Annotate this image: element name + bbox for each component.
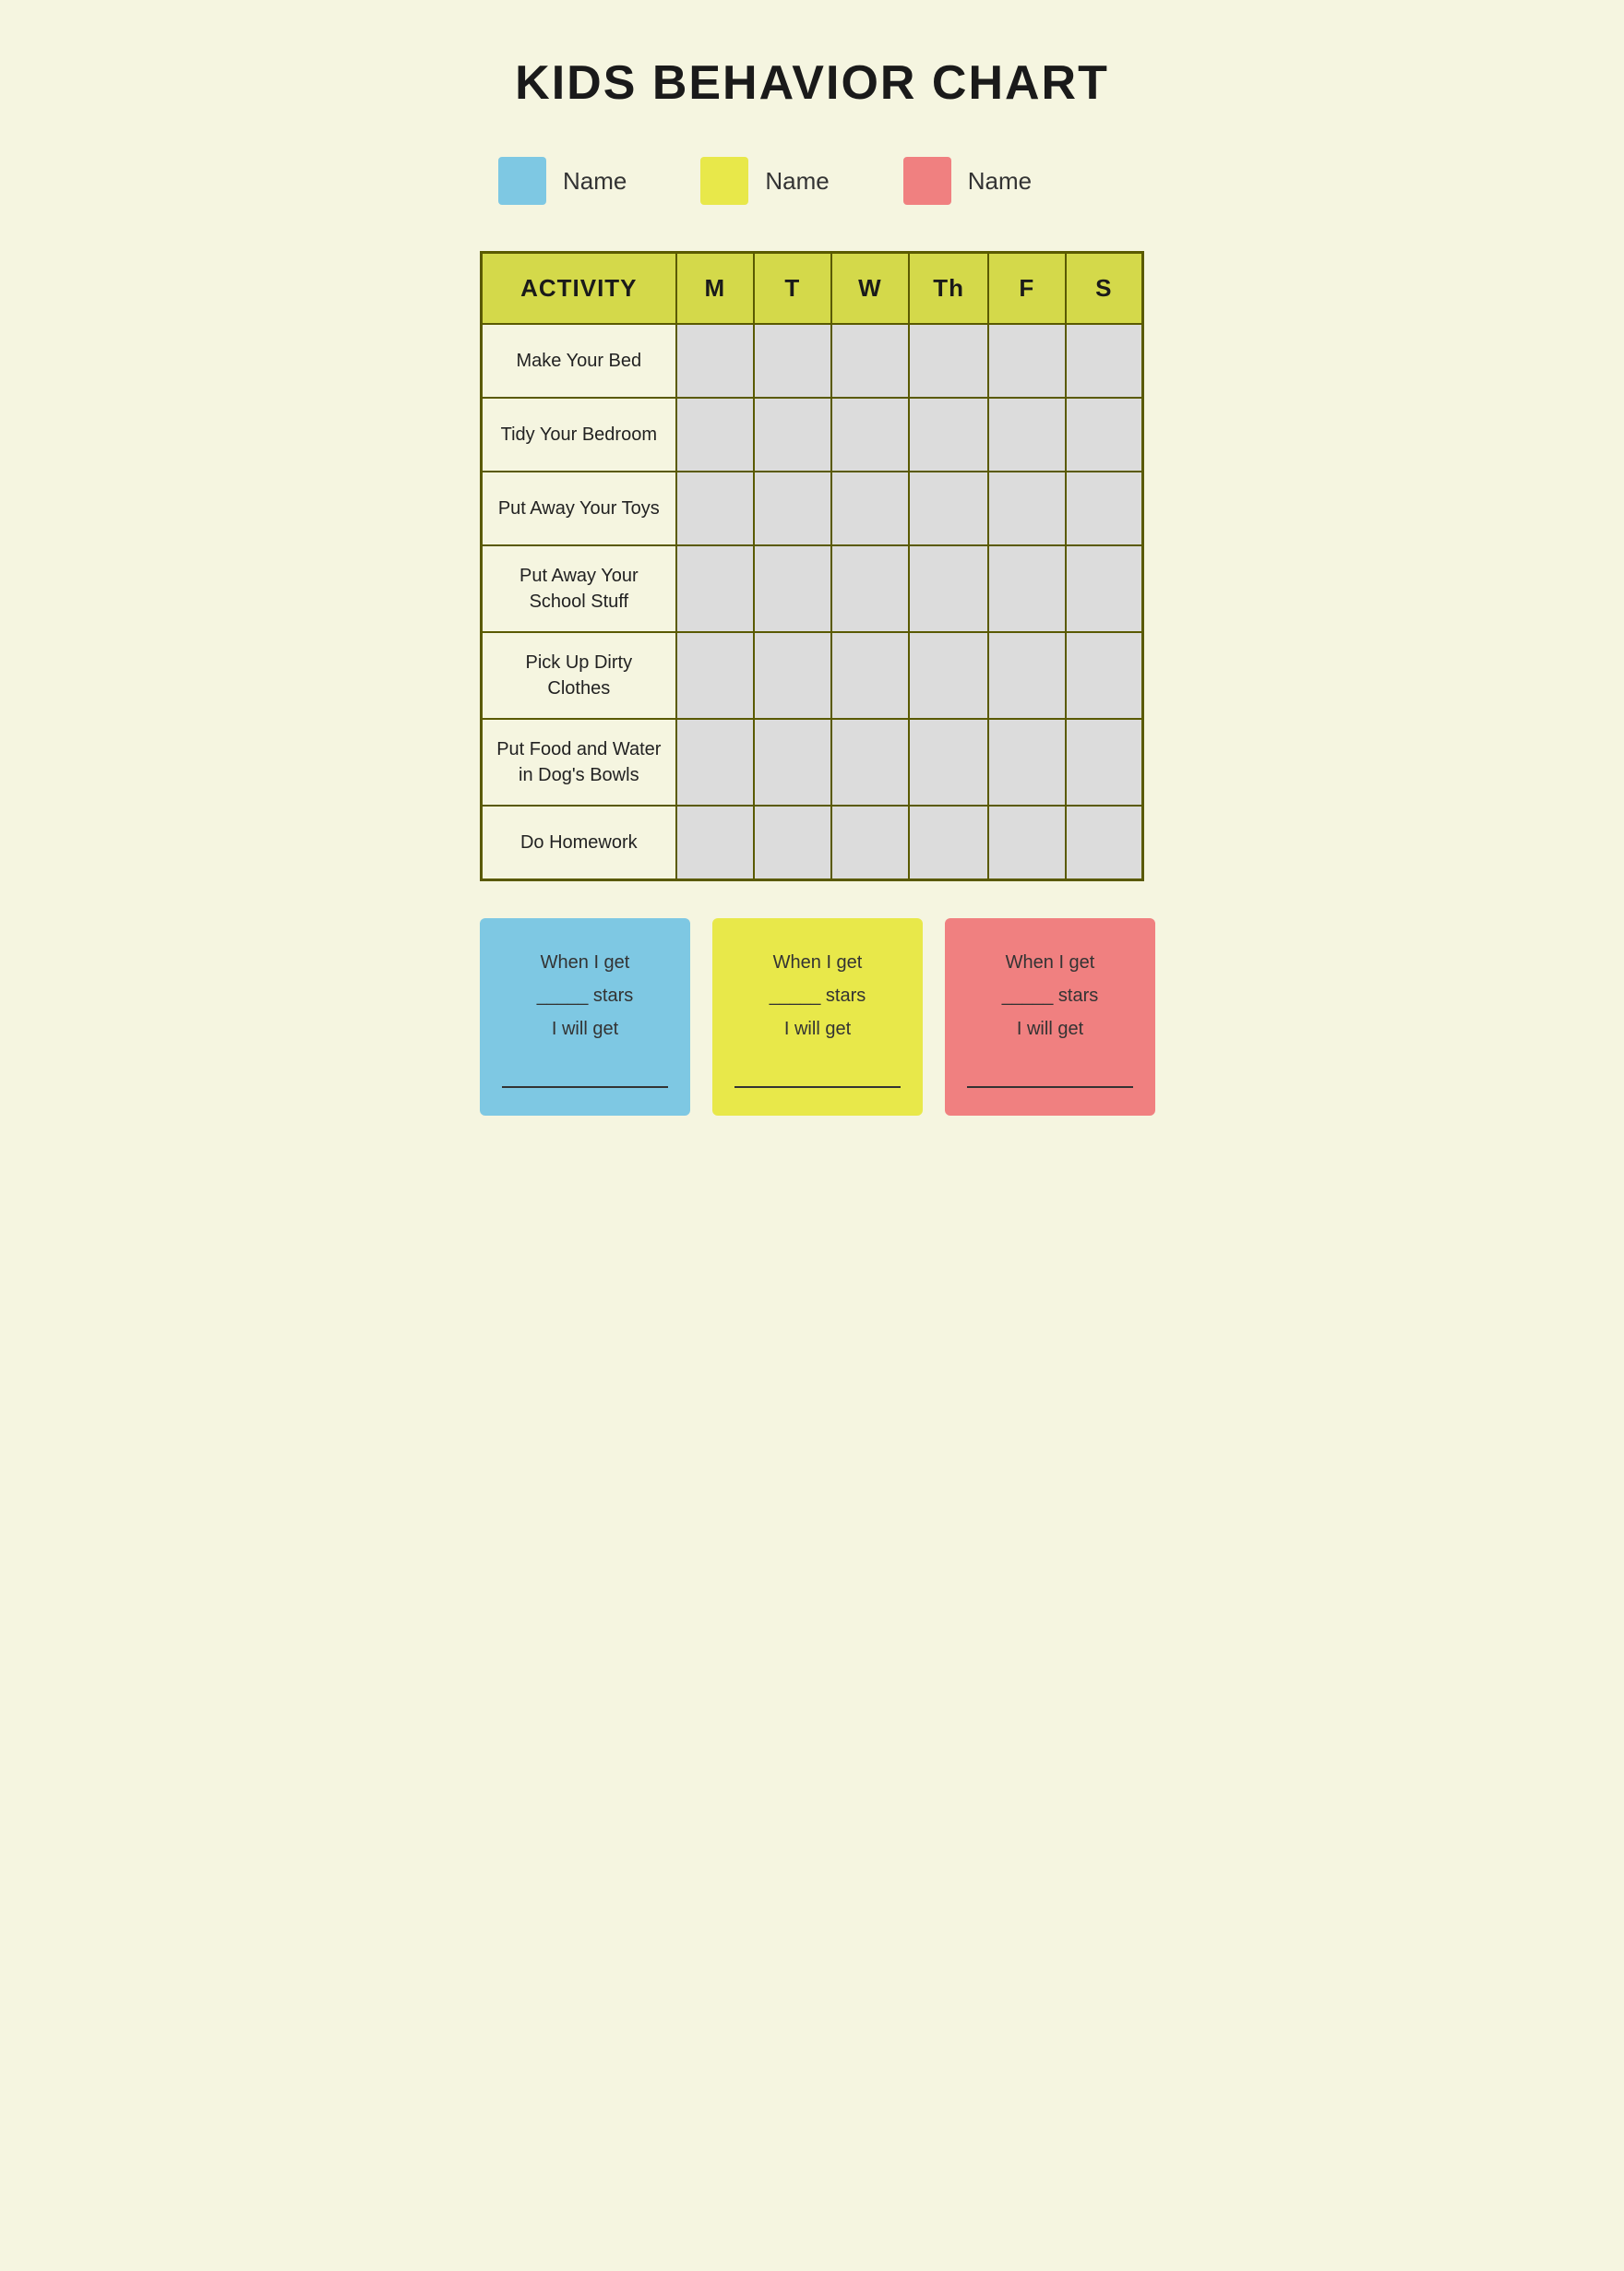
data-cell-5-F[interactable] [988,719,1066,806]
data-cell-0-S[interactable] [1066,324,1143,398]
legend-label-yellow: Name [765,167,829,196]
legend-label-pink: Name [968,167,1032,196]
data-cell-2-Th[interactable] [909,472,988,545]
data-cell-1-Th[interactable] [909,398,988,472]
reward-card-blue: When I get_____ starsI will get [480,918,690,1116]
reward-text-pink: When I get_____ starsI will get [967,946,1133,1088]
day-header-M: M [676,253,754,325]
activity-header: ACTIVITY [482,253,676,325]
legend-color-blue [498,157,546,205]
table-row: Put Away Your Toys [482,472,1143,545]
legend-item-blue: Name [498,157,627,205]
table-body: Make Your BedTidy Your BedroomPut Away Y… [482,324,1143,879]
data-cell-6-W[interactable] [831,806,910,879]
data-cell-5-W[interactable] [831,719,910,806]
activity-cell-5: Put Food and Water in Dog's Bowls [482,719,676,806]
data-cell-4-F[interactable] [988,632,1066,719]
table-row: Make Your Bed [482,324,1143,398]
data-cell-3-S[interactable] [1066,545,1143,632]
table-row: Do Homework [482,806,1143,879]
legend-color-yellow [700,157,748,205]
data-cell-6-T[interactable] [754,806,831,879]
data-cell-2-W[interactable] [831,472,910,545]
reward-text-yellow: When I get_____ starsI will get [734,946,901,1088]
behavior-chart-table: ACTIVITY MTWThFS Make Your BedTidy Your … [480,251,1144,881]
data-cell-0-T[interactable] [754,324,831,398]
data-cell-5-M[interactable] [676,719,754,806]
reward-card-yellow: When I get_____ starsI will get [712,918,923,1116]
page-title: KIDS BEHAVIOR CHART [480,55,1144,111]
data-cell-6-M[interactable] [676,806,754,879]
data-cell-4-Th[interactable] [909,632,988,719]
legend-label-blue: Name [563,167,627,196]
data-cell-3-F[interactable] [988,545,1066,632]
reward-text-blue: When I get_____ starsI will get [502,946,668,1088]
activity-cell-4: Pick Up Dirty Clothes [482,632,676,719]
legend-item-yellow: Name [700,157,829,205]
day-header-Th: Th [909,253,988,325]
data-cell-1-M[interactable] [676,398,754,472]
data-cell-5-T[interactable] [754,719,831,806]
data-cell-5-S[interactable] [1066,719,1143,806]
legend: Name Name Name [480,157,1144,205]
table-header-row: ACTIVITY MTWThFS [482,253,1143,325]
activity-cell-6: Do Homework [482,806,676,879]
data-cell-4-W[interactable] [831,632,910,719]
activity-cell-2: Put Away Your Toys [482,472,676,545]
data-cell-4-T[interactable] [754,632,831,719]
day-header-W: W [831,253,910,325]
data-cell-1-W[interactable] [831,398,910,472]
data-cell-3-T[interactable] [754,545,831,632]
data-cell-0-F[interactable] [988,324,1066,398]
activity-cell-1: Tidy Your Bedroom [482,398,676,472]
legend-color-pink [903,157,951,205]
data-cell-6-Th[interactable] [909,806,988,879]
data-cell-0-Th[interactable] [909,324,988,398]
data-cell-4-S[interactable] [1066,632,1143,719]
data-cell-1-T[interactable] [754,398,831,472]
data-cell-3-Th[interactable] [909,545,988,632]
data-cell-6-S[interactable] [1066,806,1143,879]
data-cell-2-F[interactable] [988,472,1066,545]
day-header-S: S [1066,253,1143,325]
reward-card-pink: When I get_____ starsI will get [945,918,1155,1116]
data-cell-2-S[interactable] [1066,472,1143,545]
table-row: Pick Up Dirty Clothes [482,632,1143,719]
table-row: Put Food and Water in Dog's Bowls [482,719,1143,806]
reward-section: When I get_____ starsI will get When I g… [480,918,1144,1116]
data-cell-3-M[interactable] [676,545,754,632]
day-header-T: T [754,253,831,325]
data-cell-1-S[interactable] [1066,398,1143,472]
data-cell-2-M[interactable] [676,472,754,545]
data-cell-1-F[interactable] [988,398,1066,472]
data-cell-6-F[interactable] [988,806,1066,879]
data-cell-2-T[interactable] [754,472,831,545]
table-row: Tidy Your Bedroom [482,398,1143,472]
data-cell-3-W[interactable] [831,545,910,632]
page: KIDS BEHAVIOR CHART Name Name Name ACTIVIT… [406,0,1218,1171]
activity-cell-0: Make Your Bed [482,324,676,398]
day-header-F: F [988,253,1066,325]
data-cell-5-Th[interactable] [909,719,988,806]
data-cell-4-M[interactable] [676,632,754,719]
data-cell-0-M[interactable] [676,324,754,398]
data-cell-0-W[interactable] [831,324,910,398]
activity-cell-3: Put Away Your School Stuff [482,545,676,632]
table-row: Put Away Your School Stuff [482,545,1143,632]
legend-item-pink: Name [903,157,1032,205]
